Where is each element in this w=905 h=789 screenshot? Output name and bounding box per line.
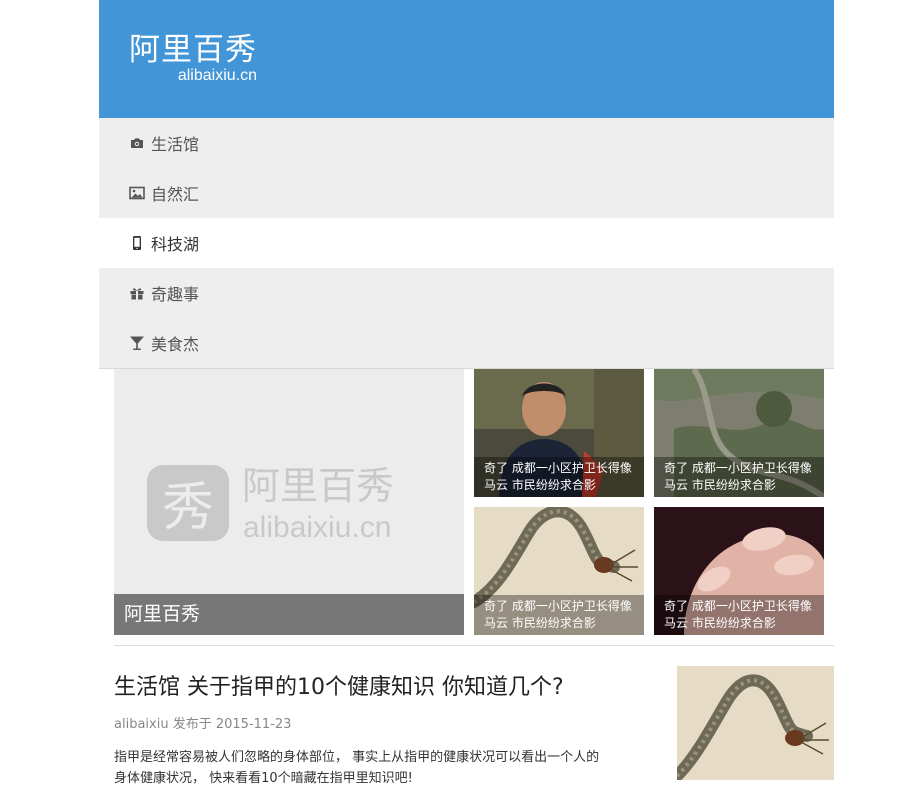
slide-caption: 阿里百秀 [114, 594, 464, 635]
logo-title: 阿里百秀 [129, 32, 257, 68]
page-container: 阿里百秀 alibaixiu.cn 生活馆 自然汇 科技湖 奇趣事 美食杰 秀 … [99, 0, 834, 786]
nav-label: 生活馆 [151, 135, 200, 154]
thumb-card[interactable]: 奇了 成都一小区护卫长得像 马云 市民纷纷求合影 [654, 369, 824, 497]
cocktail-icon [129, 335, 145, 351]
nav-item-life[interactable]: 生活馆 [99, 118, 834, 168]
nav-label: 奇趣事 [151, 285, 200, 304]
site-logo[interactable]: 阿里百秀 alibaixiu.cn [129, 33, 257, 85]
thumb-caption: 奇了 成都一小区护卫长得像 马云 市民纷纷求合影 [654, 457, 824, 497]
nav-item-nature[interactable]: 自然汇 [99, 168, 834, 218]
thumb-card[interactable]: 奇了 成都一小区护卫长得像 马云 市民纷纷求合影 [654, 507, 824, 635]
thumb-caption: 奇了 成都一小区护卫长得像 马云 市民纷纷求合影 [474, 457, 644, 497]
watermark-glyph: 秀 [162, 478, 214, 538]
nav-label: 自然汇 [151, 185, 200, 204]
camera-icon [129, 135, 145, 151]
article-meta: alibaixiu 发布于 2015-11-23 [114, 717, 292, 732]
gift-icon [129, 285, 145, 301]
article-title[interactable]: 生活馆 关于指甲的10个健康知识 你知道几个? [114, 665, 654, 711]
image-icon [129, 185, 145, 201]
site-header: 阿里百秀 alibaixiu.cn [99, 0, 834, 118]
nav-item-fun[interactable]: 奇趣事 [99, 268, 834, 318]
article-thumbnail[interactable] [677, 666, 834, 780]
watermark-en: alibaixiu.cn [243, 511, 391, 544]
watermark-logo: 秀 阿里百秀 alibaixiu.cn [147, 457, 447, 551]
nav-item-food[interactable]: 美食杰 [99, 318, 834, 368]
featured-slide[interactable]: 秀 阿里百秀 alibaixiu.cn 阿里百秀 [114, 369, 464, 635]
thumb-caption: 奇了 成都一小区护卫长得像 马云 市民纷纷求合影 [474, 595, 644, 635]
watermark-cn: 阿里百秀 [242, 464, 394, 508]
main-nav: 生活馆 自然汇 科技湖 奇趣事 美食杰 [99, 118, 834, 368]
showcase: 秀 阿里百秀 alibaixiu.cn 阿里百秀 奇了 成都一小区护卫长得像 马… [99, 369, 834, 646]
mobile-icon [129, 235, 145, 251]
nav-label: 美食杰 [151, 335, 200, 354]
nav-item-tech[interactable]: 科技湖 [99, 218, 834, 268]
article-item: 生活馆 关于指甲的10个健康知识 你知道几个? alibaixiu 发布于 20… [114, 665, 654, 789]
nav-label: 科技湖 [151, 235, 200, 254]
logo-domain: alibaixiu.cn [177, 67, 257, 84]
thumb-caption: 奇了 成都一小区护卫长得像 马云 市民纷纷求合影 [654, 595, 824, 635]
thumb-card[interactable]: 奇了 成都一小区护卫长得像 马云 市民纷纷求合影 [474, 507, 644, 635]
thumb-card[interactable]: 奇了 成都一小区护卫长得像 马云 市民纷纷求合影 [474, 369, 644, 497]
article-excerpt: 指甲是经常容易被人们忽略的身体部位， 事实上从指甲的健康状况可以看出一个人的 身… [114, 750, 600, 786]
content-divider [114, 645, 834, 646]
